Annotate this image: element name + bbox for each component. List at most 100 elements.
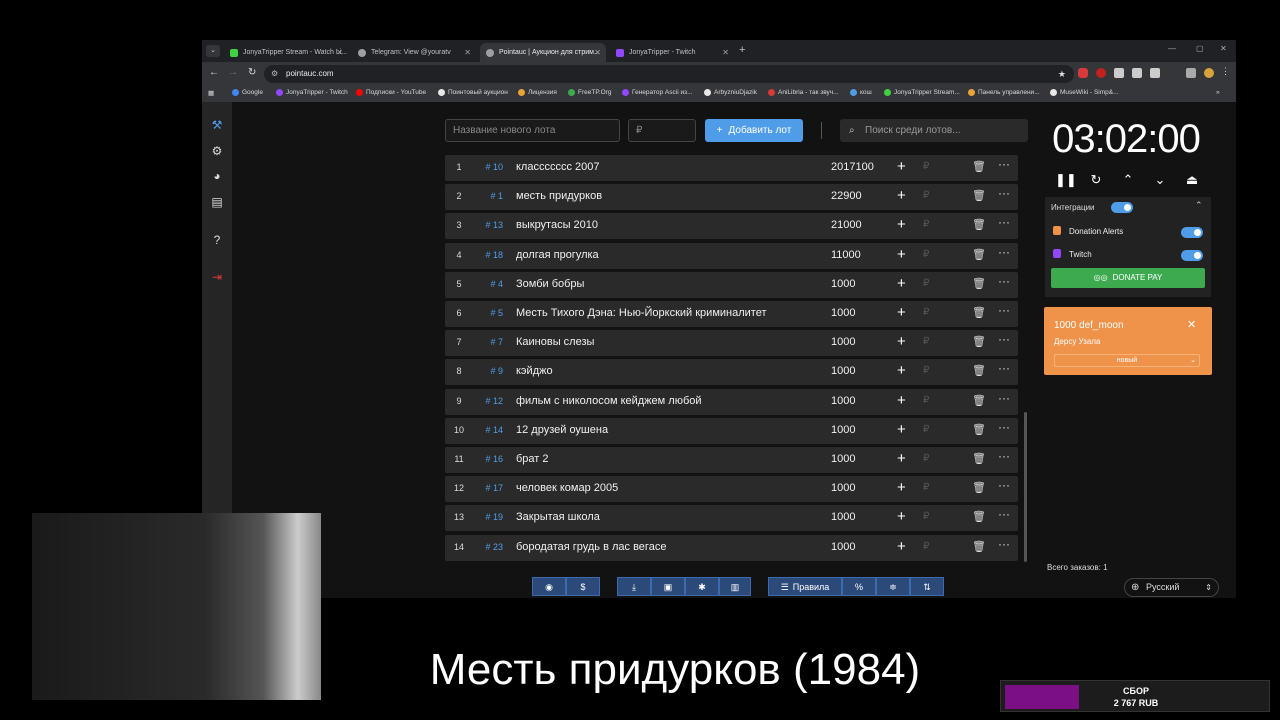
lot-amount[interactable]: 11000 (831, 249, 861, 261)
bookmarks-overflow-icon[interactable]: » (1216, 89, 1220, 96)
new-lot-price-input[interactable]: ₽ (628, 119, 696, 142)
more-icon[interactable]: ··· (998, 537, 1010, 551)
address-bar[interactable]: ⚙ pointauc.com ★ (264, 65, 1074, 83)
bookmark-anilibria[interactable]: AniLibria - так звуч... (768, 89, 839, 96)
lot-name[interactable]: брат 2 (516, 453, 549, 465)
add-amount-icon[interactable]: + (897, 450, 906, 467)
lot-name[interactable]: человек комар 2005 (516, 482, 618, 494)
more-icon[interactable]: ··· (998, 303, 1010, 317)
lot-amount[interactable]: 1000 (831, 482, 855, 494)
currency-input[interactable]: ₽ (923, 161, 929, 172)
lot-name[interactable]: выкрутасы 2010 (516, 219, 598, 231)
lot-amount[interactable]: 22900 (831, 190, 862, 202)
trash-icon[interactable]: 🗑 (972, 306, 986, 319)
trash-icon[interactable]: 🗑 (972, 364, 986, 377)
currency-input[interactable]: ₽ (923, 365, 929, 376)
bookmark-ascii[interactable]: Генератор Ascii из... (622, 89, 693, 96)
lot-name[interactable]: Каиновы слезы (516, 336, 594, 348)
trash-icon[interactable]: 🗑 (972, 189, 986, 202)
close-icon[interactable]: ✕ (1187, 318, 1196, 331)
lot-amount[interactable]: 2017100 (831, 161, 874, 173)
extension-icon[interactable] (1132, 68, 1142, 78)
site-info-icon[interactable]: ⚙ (271, 65, 278, 83)
lot-amount[interactable]: 1000 (831, 541, 855, 553)
lots-scrollbar[interactable] (1024, 412, 1027, 562)
add-amount-icon[interactable]: + (897, 304, 906, 321)
lot-row[interactable]: 1 # 10 классссссс 2007 2017100 + ₽ ··· 🗑 (445, 155, 1018, 181)
tab-twitch[interactable]: JonyaTripper - Twitch ✕ (610, 43, 734, 62)
donation-alerts-toggle[interactable] (1181, 227, 1203, 238)
currency-input[interactable]: ₽ (923, 336, 929, 347)
clear-button[interactable]: ▥ (719, 577, 751, 596)
currency-input[interactable]: ₽ (923, 249, 929, 260)
lot-amount[interactable]: 1000 (831, 278, 855, 290)
add-amount-icon[interactable]: + (897, 333, 906, 350)
extension-icon[interactable] (1150, 68, 1160, 78)
minimize-icon[interactable]: — (1168, 44, 1176, 53)
lot-name[interactable]: Месть Тихого Дэна: Нью-Йоркский криминал… (516, 307, 766, 319)
new-tab-button[interactable]: + (739, 44, 745, 56)
lot-row[interactable]: 4 # 18 долгая прогулка 11000 + ₽ ··· 🗑 (445, 242, 1018, 269)
lot-row[interactable]: 5 # 4 Зомби бобры 1000 + ₽ ··· 🗑 (445, 271, 1018, 298)
currency-input[interactable]: ₽ (923, 541, 929, 552)
language-select[interactable]: ⊕ Русский ⇕ (1124, 578, 1219, 597)
extension-icon[interactable] (1078, 68, 1088, 78)
currency-input[interactable]: ₽ (923, 424, 929, 435)
tab-pointauc[interactable]: Pointauc | Аукцион для стрим... ✕ (480, 43, 606, 62)
trash-icon[interactable]: 🗑 (972, 335, 986, 348)
add-amount-icon[interactable]: + (897, 479, 906, 496)
add-lot-button[interactable]: + Добавить лот (705, 119, 803, 142)
lot-row[interactable]: 8 # 9 кэйджо 1000 + ₽ ··· 🗑 (445, 359, 1018, 386)
currency-input[interactable]: ₽ (923, 395, 929, 406)
maximize-icon[interactable]: ▢ (1196, 44, 1204, 53)
more-icon[interactable]: ··· (998, 391, 1010, 405)
extension-icon[interactable] (1096, 68, 1106, 78)
currency-input[interactable]: ₽ (923, 511, 929, 522)
add-amount-icon[interactable]: + (897, 275, 906, 292)
apps-icon[interactable]: ▦ (208, 89, 214, 97)
settings-icon[interactable]: ⚙ (210, 144, 224, 158)
lot-select[interactable]: новый ⌄ (1054, 354, 1200, 367)
lot-amount[interactable]: 21000 (831, 219, 862, 231)
lot-name[interactable]: классссссс 2007 (516, 161, 600, 173)
more-icon[interactable]: ··· (998, 478, 1010, 492)
more-icon[interactable]: ··· (998, 157, 1010, 171)
tab-search-button[interactable]: ⌄ (206, 45, 220, 57)
gavel-icon[interactable]: ⚒ (210, 118, 224, 132)
tab-jonyatripper-stream[interactable]: JonyaTripper Stream - Watch Li... ✕ (224, 43, 348, 62)
bookmark-license[interactable]: Лицензия (518, 89, 557, 96)
donate-pay-button[interactable]: ◎◎ DONATE PAY (1051, 268, 1205, 288)
extension-icon[interactable] (1114, 68, 1124, 78)
split-button[interactable]: ≑ (876, 577, 910, 596)
lot-row[interactable]: 2 # 1 месть придурков 22900 + ₽ ··· 🗑 (445, 184, 1018, 211)
lot-name[interactable]: бородатая грудь в лас вегасе (516, 541, 666, 553)
trash-icon[interactable]: 🗑 (972, 218, 986, 231)
bookmark-star-icon[interactable]: ★ (1058, 65, 1066, 83)
more-icon[interactable]: ··· (998, 449, 1010, 463)
chevron-down-icon[interactable]: ⌄ (1151, 172, 1169, 188)
currency-input[interactable]: ₽ (923, 482, 929, 493)
more-icon[interactable]: ··· (998, 332, 1010, 346)
lot-name[interactable]: фильм с николосом кейджем любой (516, 395, 702, 407)
bookmark-panel[interactable]: Панель управлени... (968, 89, 1040, 96)
trash-icon[interactable]: 🗑 (972, 277, 986, 290)
more-icon[interactable]: ··· (998, 361, 1010, 375)
trash-icon[interactable]: 🗑 (972, 394, 986, 407)
currency-input[interactable]: ₽ (923, 307, 929, 318)
eject-icon[interactable]: ⏏ (1183, 172, 1201, 188)
add-amount-icon[interactable]: + (897, 392, 906, 409)
avatar[interactable] (1204, 68, 1214, 78)
lot-amount[interactable]: 1000 (831, 365, 855, 377)
more-icon[interactable]: ··· (998, 186, 1010, 200)
currency-input[interactable]: ₽ (923, 278, 929, 289)
lot-name[interactable]: Зомби бобры (516, 278, 584, 290)
back-icon[interactable]: ← (209, 67, 219, 78)
trash-icon[interactable]: 🗑 (972, 248, 986, 261)
trash-icon[interactable]: 🗑 (972, 540, 986, 553)
bookmark-auction[interactable]: Поинтовый аукцион (438, 89, 508, 96)
save-button[interactable]: ▣ (651, 577, 685, 596)
logout-icon[interactable]: ⇥ (210, 270, 224, 284)
pause-icon[interactable]: ❚❚ (1055, 172, 1077, 188)
bug-button[interactable]: ✱ (685, 577, 719, 596)
search-lots-input[interactable]: ⌕ Поиск среди лотов... (840, 119, 1028, 142)
